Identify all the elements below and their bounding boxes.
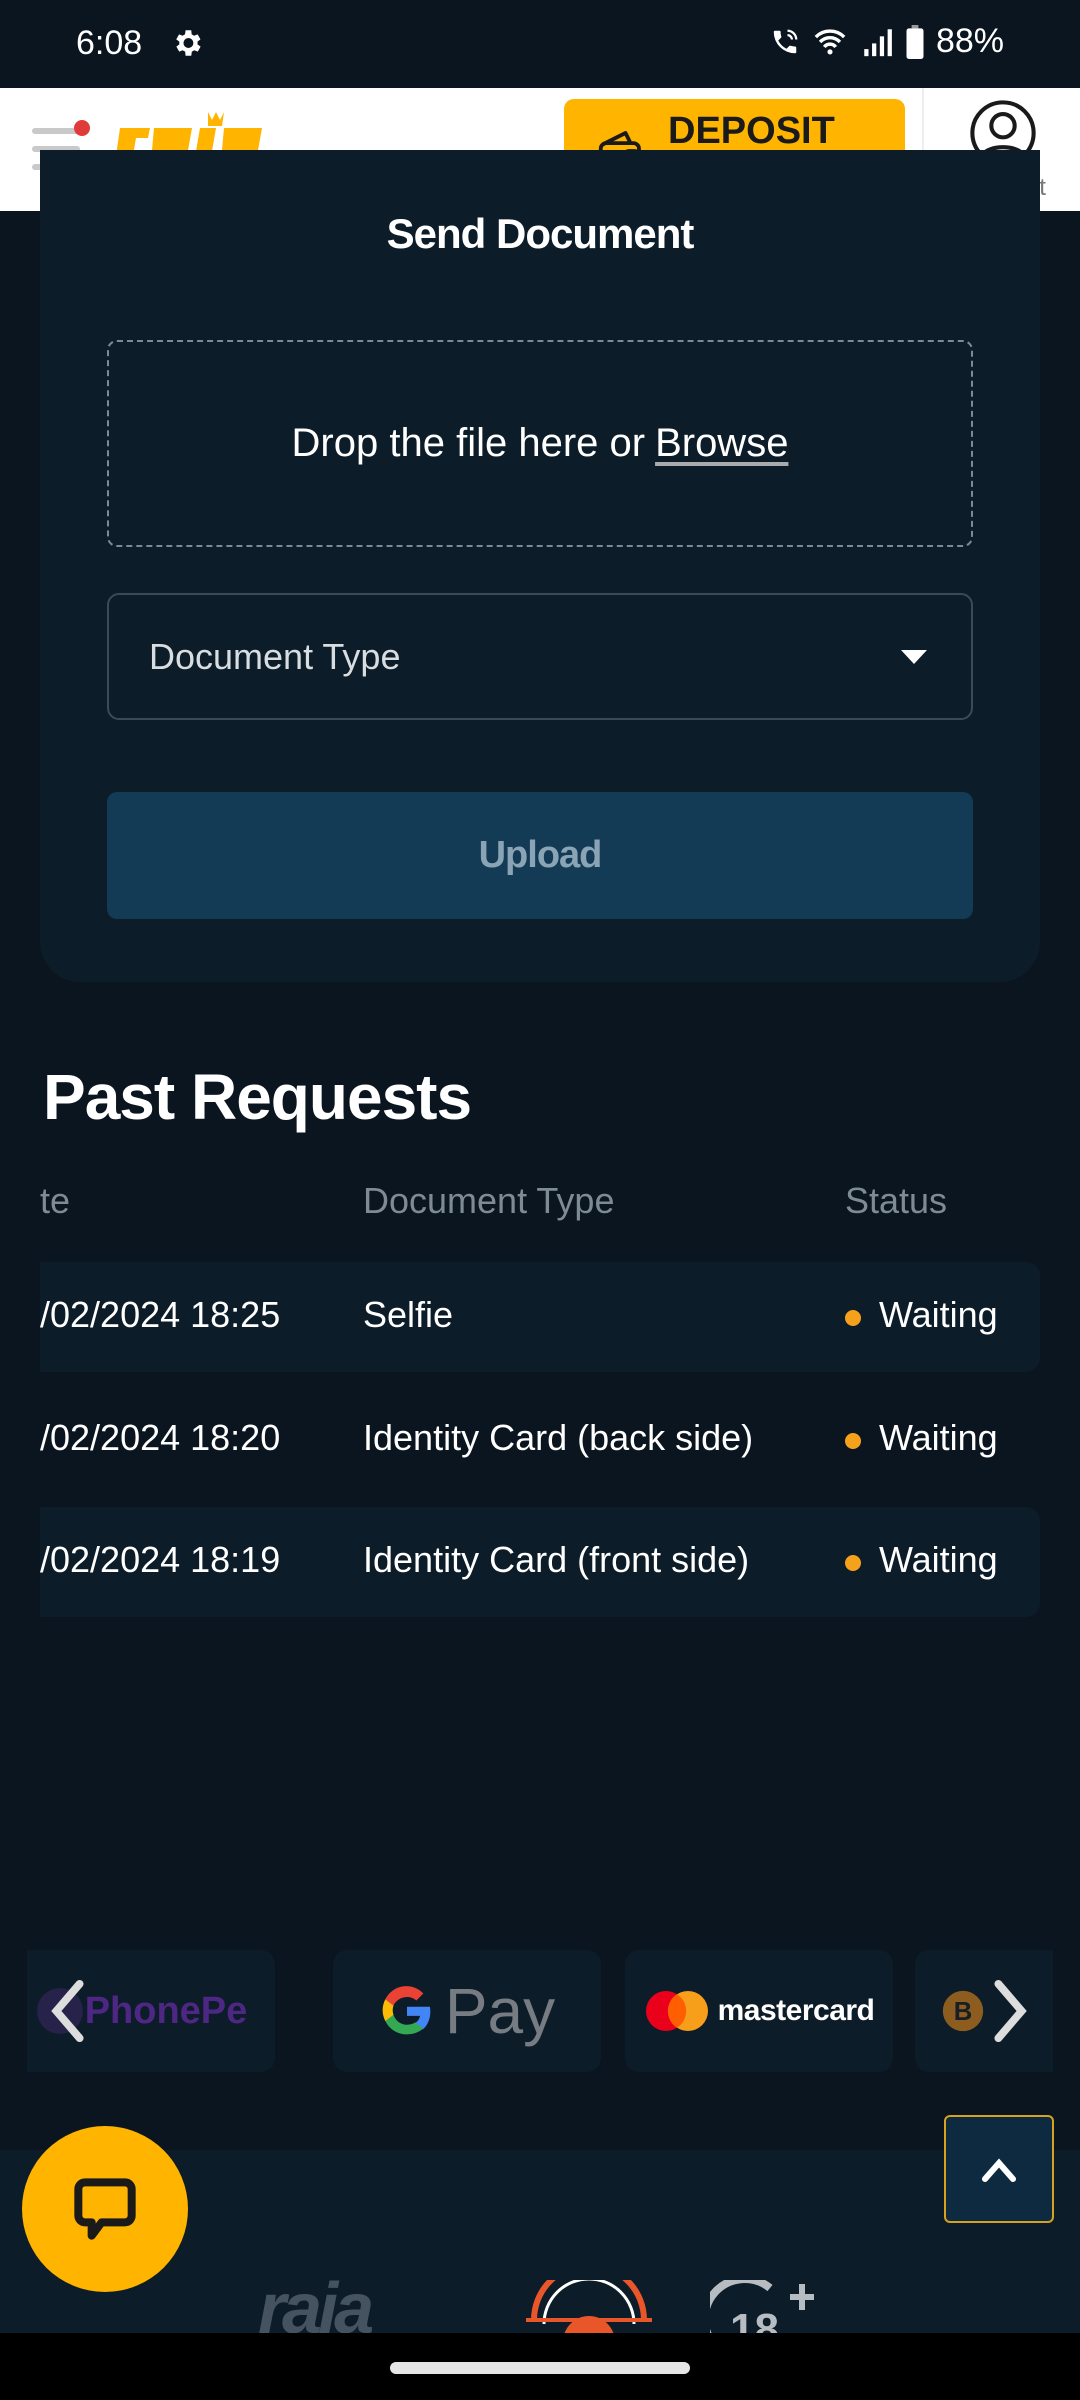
gpay-label: Pay: [444, 1975, 556, 2047]
drop-text: Drop the file here or: [291, 421, 646, 465]
row-status: Waiting: [879, 1417, 998, 1458]
file-drop-zone[interactable]: Drop the file here or Browse: [107, 340, 973, 547]
carousel-next-arrow[interactable]: [990, 1978, 1030, 2044]
status-dot-icon: [845, 1310, 861, 1326]
send-document-title: Send Document: [386, 210, 695, 257]
row-document-type: Selfie: [363, 1294, 454, 1335]
menu-line: [32, 128, 80, 134]
row-date: /02/2024 18:19: [40, 1539, 281, 1580]
carousel-prev-arrow[interactable]: [48, 1978, 88, 2044]
row-status: Waiting: [879, 1294, 998, 1335]
deposit-label: DEPOSIT: [668, 109, 835, 152]
upload-button[interactable]: Upload: [107, 792, 973, 919]
row-document-type: Identity Card (back side): [363, 1417, 754, 1458]
column-header-document-type: Document Type: [363, 1180, 615, 1221]
column-header-status: Status: [845, 1180, 948, 1221]
payment-methods-carousel[interactable]: PhonePe Pay mastercard B: [27, 1950, 1053, 2072]
battery-percent: 88%: [935, 22, 1004, 60]
google-g-icon: [382, 1986, 431, 2035]
row-document-type: Identity Card (front side): [363, 1539, 750, 1580]
status-dot-icon: [845, 1555, 861, 1571]
signal-icon: [864, 28, 892, 56]
svg-text:B: B: [954, 1998, 973, 2026]
phonepe-label: PhonePe: [84, 1989, 248, 2032]
battery-icon: [906, 24, 924, 59]
mastercard-label: mastercard: [717, 1994, 875, 2027]
row-status: Waiting: [879, 1539, 998, 1580]
status-bar: 6:08 88%: [0, 0, 1080, 88]
notification-dot: [74, 120, 90, 136]
table-row: /02/2024 18:25 Selfie Waiting: [40, 1262, 1040, 1372]
mastercard-icon: [645, 1991, 708, 2031]
table-row: /02/2024 18:19 Identity Card (front side…: [40, 1507, 1040, 1617]
bitcoin-icon: B: [942, 1990, 984, 2032]
status-time: 6:08: [76, 24, 143, 62]
column-header-date: te: [40, 1180, 71, 1221]
document-type-placeholder: Document Type: [149, 635, 401, 677]
live-chat-button[interactable]: [22, 2126, 188, 2292]
table-row: /02/2024 18:20 Identity Card (back side)…: [40, 1385, 1040, 1495]
send-document-card: Send Document Drop the file here or Brow…: [40, 150, 1040, 982]
status-icons: 88%: [770, 22, 1004, 61]
past-requests-title: Past Requests: [43, 1061, 472, 1133]
payment-card-mastercard: mastercard: [625, 1950, 893, 2072]
chat-icon: [74, 2178, 136, 2240]
payment-card-bitcoin: B: [915, 1950, 1053, 2072]
home-gesture-handle[interactable]: [390, 2362, 690, 2374]
row-date: /02/2024 18:25: [40, 1294, 281, 1335]
status-dot-icon: [845, 1433, 861, 1449]
age-restriction-18-icon: 18: [710, 2280, 814, 2340]
payment-card-gpay: Pay: [333, 1950, 601, 2072]
chevron-up-icon: [982, 2158, 1016, 2182]
scroll-to-top-button[interactable]: [944, 2115, 1054, 2223]
document-type-select[interactable]: Document Type: [107, 593, 973, 720]
row-date: /02/2024 18:20: [40, 1417, 281, 1458]
wifi-icon: [814, 28, 846, 54]
browse-link[interactable]: Browse: [655, 421, 788, 466]
antillephone-license-badge[interactable]: [526, 2280, 652, 2340]
wifi-calling-icon: [773, 29, 798, 53]
chevron-down-icon: [901, 649, 927, 664]
settings-gear-icon: [176, 30, 201, 56]
